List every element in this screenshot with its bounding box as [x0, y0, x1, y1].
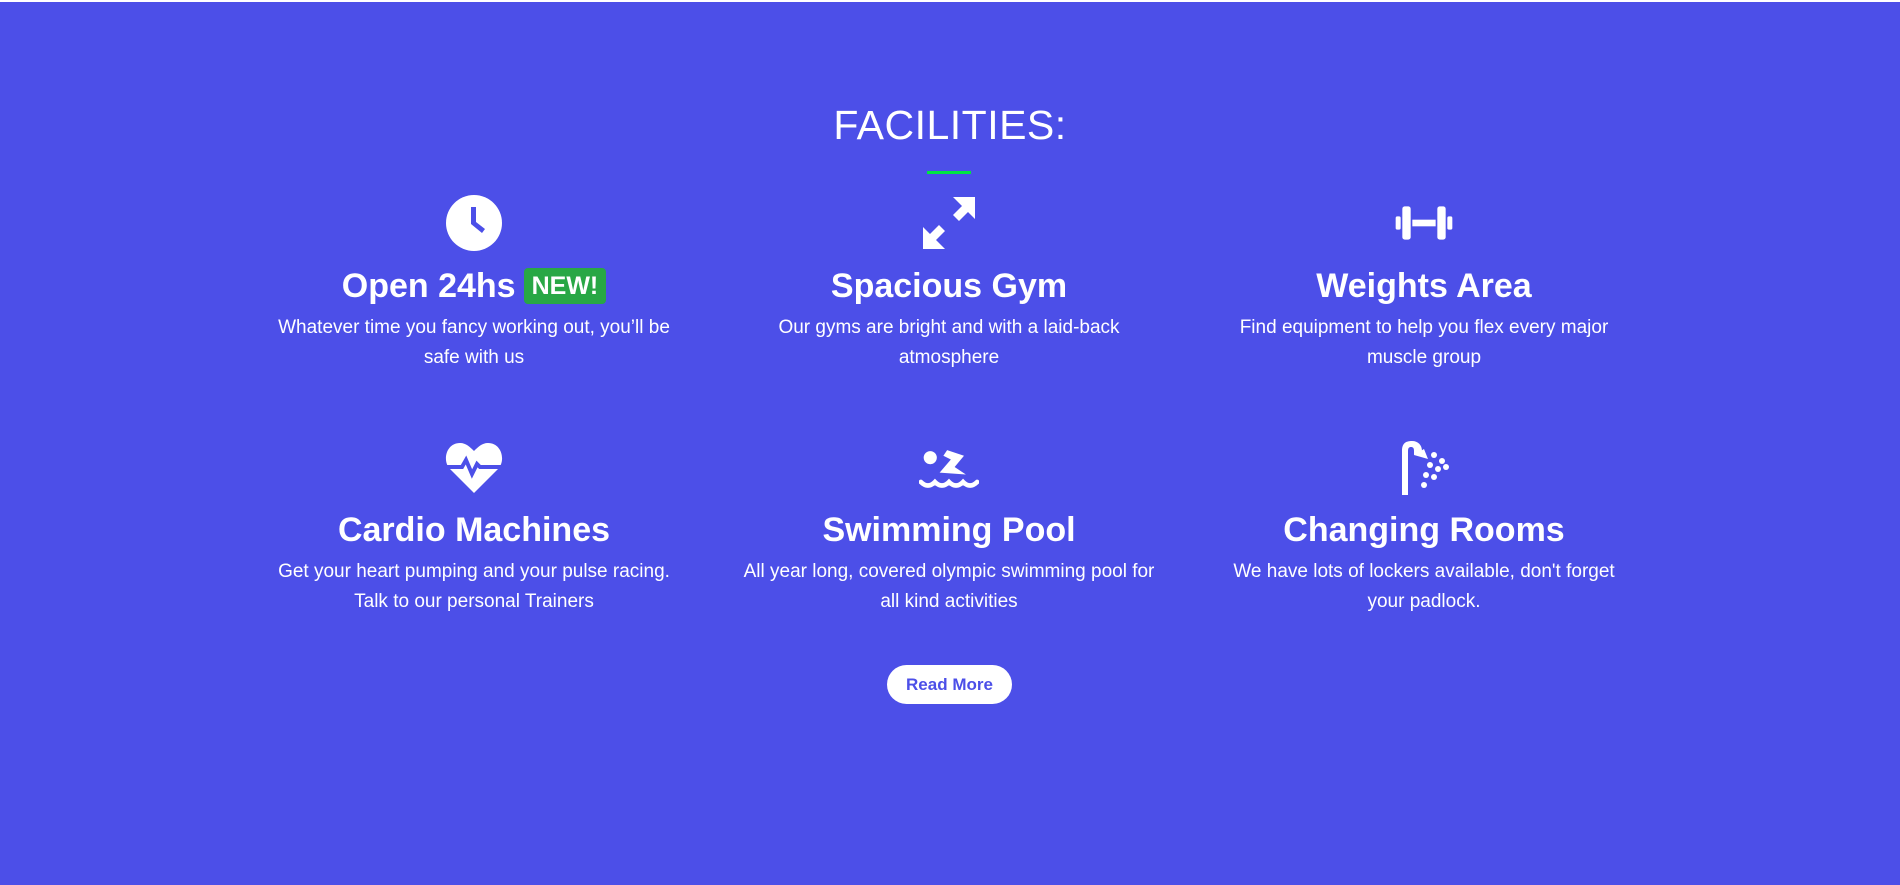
facility-description: We have lots of lockers available, don't…: [1233, 561, 1615, 612]
clock-icon: [254, 193, 694, 253]
facility-spacious-gym: Spacious Gym Our gyms are bright and wit…: [729, 193, 1169, 373]
facility-weights-area: Weights Area Find equipment to help you …: [1204, 193, 1644, 373]
facility-title: Changing Rooms: [1283, 511, 1565, 549]
facility-swimming-pool: Swimming Pool All year long, covered oly…: [729, 437, 1169, 617]
facility-description: Whatever time you fancy working out, you…: [278, 317, 670, 368]
facility-description: Get your heart pumping and your pulse ra…: [278, 561, 670, 612]
facility-title: Cardio Machines: [337, 511, 611, 549]
dumbbell-icon: [1204, 193, 1644, 253]
facility-title: Weights Area: [1316, 267, 1532, 305]
title-underline: [927, 171, 971, 174]
shower-icon: [1204, 437, 1644, 497]
facility-title: Spacious Gym: [830, 267, 1068, 305]
facility-title: Swimming Pool: [822, 511, 1076, 549]
facility-description: Find equipment to help you flex every ma…: [1239, 317, 1609, 368]
swimmer-icon: [729, 437, 1169, 497]
heartbeat-icon: [254, 437, 694, 497]
facility-cardio-machines: Cardio Machines Get your heart pumping a…: [254, 437, 694, 617]
new-badge: NEW!: [523, 268, 607, 304]
facility-title: Open 24hs: [341, 267, 516, 305]
facility-description: Our gyms are bright and with a laid-back…: [778, 317, 1120, 368]
facility-changing-rooms: Changing Rooms We have lots of lockers a…: [1204, 437, 1644, 617]
section-title: FACILITIES:: [833, 102, 1067, 148]
facility-description: All year long, covered olympic swimming …: [743, 561, 1155, 612]
read-more-button[interactable]: Read More: [887, 665, 1012, 704]
expand-arrows-icon: [729, 193, 1169, 253]
facility-open-24hs: Open 24hs NEW! Whatever time you fancy wo…: [254, 193, 694, 373]
